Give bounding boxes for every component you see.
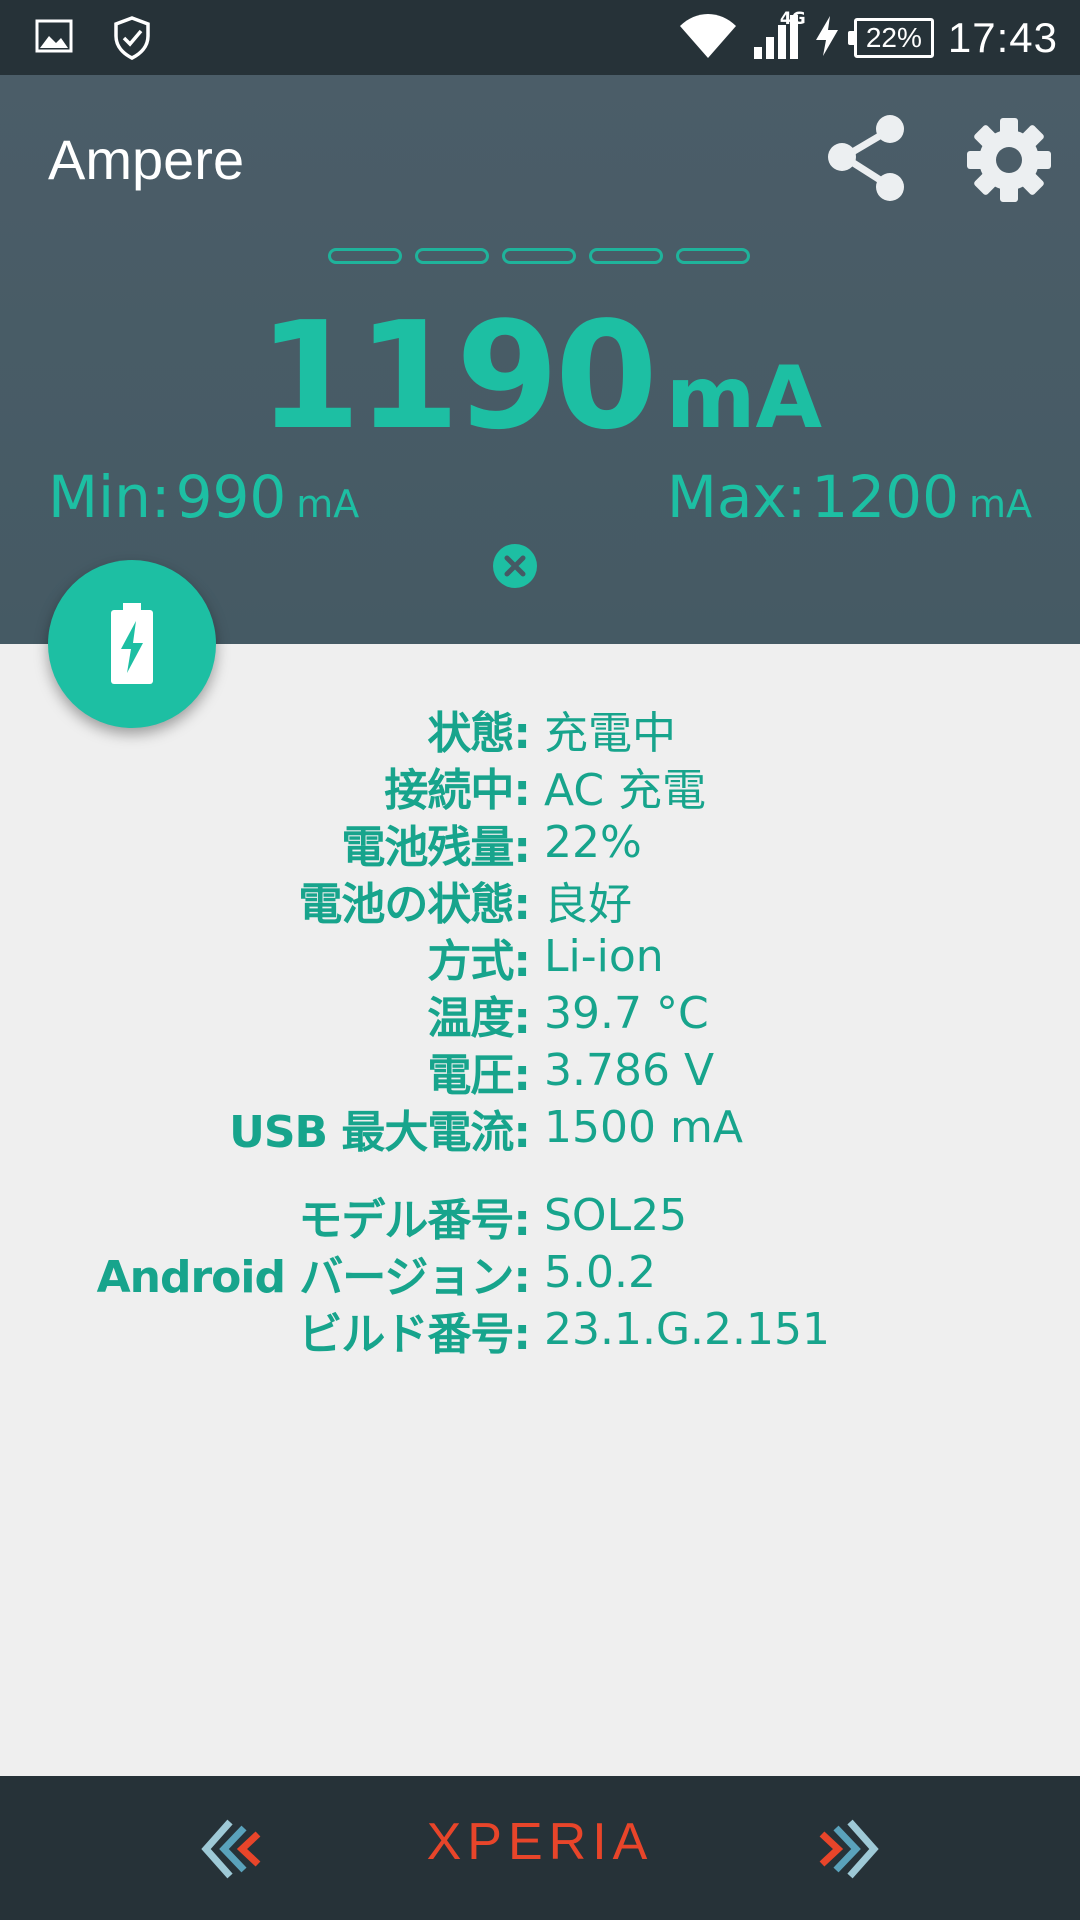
info-value: 22% — [544, 817, 642, 868]
info-label: モデル番号: — [298, 1194, 531, 1246]
share-button[interactable] — [822, 113, 912, 203]
progress-dash — [328, 248, 402, 264]
info-row: ビルド番号: 23.1.G.2.151 — [0, 1301, 1080, 1360]
info-value: 充電中 — [544, 707, 676, 759]
network-type-label: 4G — [779, 9, 806, 29]
info-label: 電池残量: — [341, 821, 531, 873]
current-value: 1190 — [257, 290, 658, 462]
info-label: USB 最大電流: — [229, 1106, 531, 1158]
progress-dash — [415, 248, 489, 264]
info-value: 39.7 °C — [544, 988, 709, 1039]
min-reading: Min: 990 mA — [48, 463, 359, 531]
gear-icon — [967, 118, 1051, 202]
chevron-right-icon — [819, 1819, 879, 1879]
info-row: モデル番号: SOL25 — [0, 1187, 1080, 1246]
brand-logo: XPERIA — [426, 1813, 654, 1871]
info-value: 23.1.G.2.151 — [544, 1304, 830, 1355]
close-circle-icon — [493, 544, 537, 588]
max-label: Max: — [666, 463, 807, 531]
info-row: 電圧: 3.786 V — [0, 1042, 1080, 1101]
progress-dash — [589, 248, 663, 264]
progress-dashes — [328, 248, 750, 264]
info-row: 接続中: AC 充電 — [0, 757, 1080, 816]
image-icon — [34, 16, 74, 64]
info-value: 1500 mA — [544, 1102, 743, 1153]
battery-icon: 22% — [847, 18, 934, 58]
settings-button[interactable] — [962, 113, 1056, 207]
battery-info-list: 状態: 充電中 接続中: AC 充電 電池残量: 22% 電池の状態: 良好 方… — [0, 700, 1080, 1158]
info-row: 電池残量: 22% — [0, 814, 1080, 873]
info-value: 5.0.2 — [544, 1247, 656, 1298]
info-row: Android バージョン: 5.0.2 — [0, 1244, 1080, 1303]
battery-percent: 22% — [865, 22, 922, 53]
navigation-bar: XPERIA — [0, 1776, 1080, 1920]
info-row: 電池の状態: 良好 — [0, 871, 1080, 930]
min-unit: mA — [296, 482, 360, 526]
status-left — [34, 16, 152, 64]
info-value: SOL25 — [544, 1190, 688, 1241]
info-label: 方式: — [427, 935, 531, 987]
cell-signal: 4G — [752, 9, 806, 63]
info-label: 電池の状態: — [298, 878, 531, 930]
info-label: 状態: — [427, 707, 531, 759]
battery-charging-icon — [111, 603, 153, 684]
share-icon — [828, 115, 904, 201]
min-value: 990 — [175, 463, 287, 531]
info-row: 方式: Li-ion — [0, 928, 1080, 987]
current-reading: 1190 mA — [0, 290, 1080, 462]
info-label: Android バージョン: — [96, 1251, 531, 1303]
current-unit: mA — [665, 348, 823, 448]
info-row: 温度: 39.7 °C — [0, 985, 1080, 1044]
progress-dash — [502, 248, 576, 264]
reset-minmax-button[interactable] — [492, 543, 538, 589]
forward-button[interactable] — [808, 1816, 880, 1882]
status-bar: 4G 22% 17:43 — [0, 0, 1080, 75]
app-header: Ampere 1190 mA Min: 990 mA Max: 1200 mA — [0, 75, 1080, 644]
info-row: USB 最大電流: 1500 mA — [0, 1099, 1080, 1158]
charging-bolt-icon — [814, 14, 840, 62]
info-value: 3.786 V — [544, 1045, 715, 1096]
max-unit: mA — [968, 482, 1032, 526]
info-value: 良好 — [544, 878, 632, 930]
info-value: AC 充電 — [544, 764, 707, 816]
app-title: Ampere — [48, 128, 245, 191]
max-reading: Max: 1200 mA — [667, 463, 1032, 531]
min-label: Min: — [48, 463, 171, 531]
wifi-icon — [678, 12, 738, 64]
battery-info: 状態: 充電中 接続中: AC 充電 電池残量: 22% 電池の状態: 良好 方… — [0, 700, 1080, 1360]
info-row: 状態: 充電中 — [0, 700, 1080, 759]
clock: 17:43 — [947, 14, 1058, 61]
info-label: 温度: — [427, 992, 531, 1044]
device-info-list: モデル番号: SOL25 Android バージョン: 5.0.2 ビルド番号:… — [0, 1187, 1080, 1360]
status-right: 4G 22% 17:43 — [678, 9, 1058, 66]
info-label: ビルド番号: — [298, 1308, 531, 1360]
shield-check-icon — [112, 16, 152, 64]
cell-signal-icon — [752, 15, 800, 63]
info-label: 接続中: — [384, 764, 531, 816]
info-label: 電圧: — [427, 1049, 531, 1101]
info-value: Li-ion — [544, 931, 664, 982]
progress-dash — [676, 248, 750, 264]
max-value: 1200 — [811, 463, 959, 531]
